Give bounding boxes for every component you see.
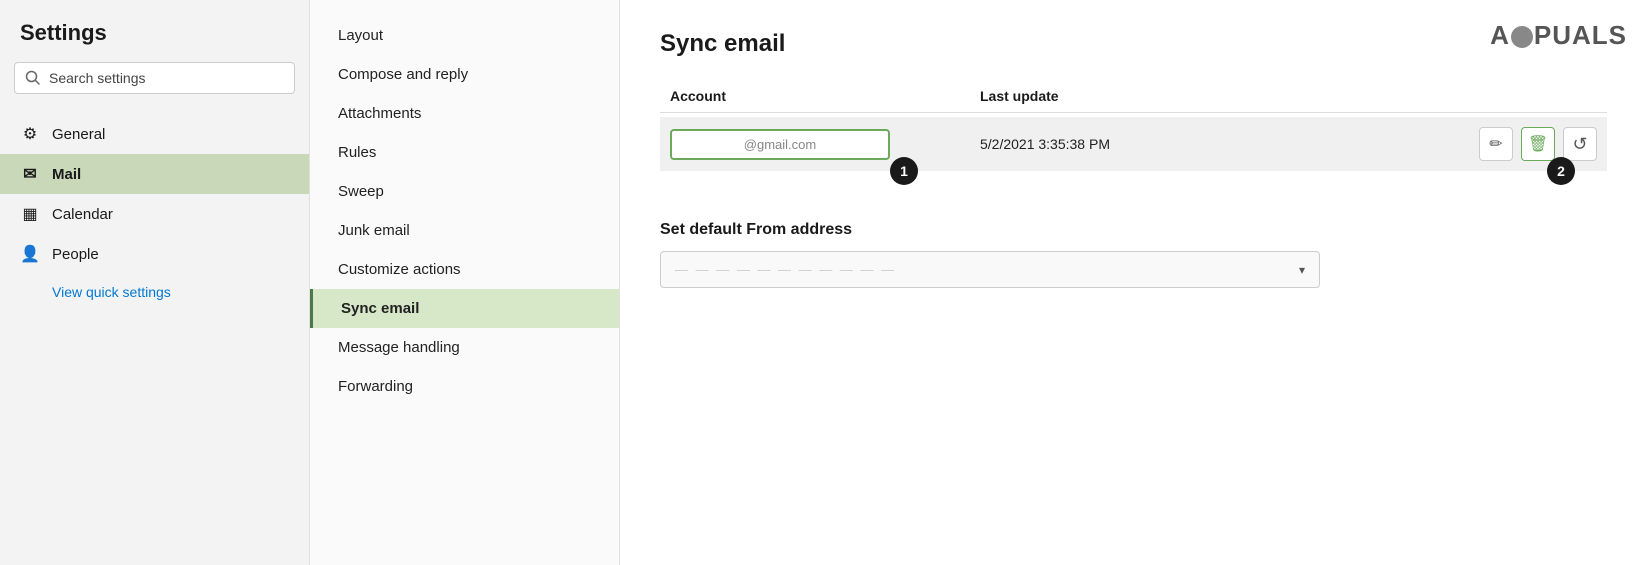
search-box[interactable]: Search settings [14,62,295,94]
sidebar-item-general[interactable]: ⚙ General [0,114,309,154]
sidebar: Settings Search settings ⚙ General ✉ Mai… [0,0,310,565]
badge-number-1: 1 [890,157,918,185]
sidebar-item-calendar[interactable]: ▦ Calendar [0,194,309,234]
refresh-button[interactable]: ↺ [1563,127,1597,161]
people-icon: 👤 [20,244,40,264]
middle-item-message-handling[interactable]: Message handling [310,328,619,367]
refresh-icon: ↺ [1572,134,1587,155]
col-last-update-header: Last update [980,88,1607,104]
middle-item-rules[interactable]: Rules [310,133,619,172]
row-actions: ✏ 🗑 ↺ [1479,127,1597,161]
view-quick-settings[interactable]: View quick settings [32,274,309,310]
edit-icon: ✏ [1489,134,1502,154]
search-icon [25,70,41,86]
delete-button[interactable]: 🗑 [1521,127,1555,161]
sidebar-item-people[interactable]: 👤 People [0,234,309,274]
sidebar-item-label-people: People [52,246,99,263]
sidebar-item-mail[interactable]: ✉ Mail [0,154,309,194]
sidebar-item-label-calendar: Calendar [52,206,113,223]
mail-icon: ✉ [20,164,40,184]
main-content: Sync email Account Last update @gmail.co… [620,0,1647,565]
search-input-label: Search settings [49,70,284,86]
badge-number-2: 2 [1547,157,1575,185]
gear-icon: ⚙ [20,124,40,144]
section-label-from-address: Set default From address [660,221,1607,239]
chevron-down-icon: ▾ [1299,263,1305,277]
col-account-header: Account [660,88,980,104]
sidebar-item-label-general: General [52,126,105,143]
calendar-icon: ▦ [20,204,40,224]
middle-item-compose-reply[interactable]: Compose and reply [310,55,619,94]
account-badge: @gmail.com [670,129,890,160]
middle-panel: Layout Compose and reply Attachments Rul… [310,0,620,565]
middle-item-sweep[interactable]: Sweep [310,172,619,211]
from-address-value: — — — — — — — — — — — [675,262,896,277]
middle-item-forwarding[interactable]: Forwarding [310,367,619,406]
sidebar-title: Settings [0,20,309,62]
middle-item-attachments[interactable]: Attachments [310,94,619,133]
page-title: Sync email [660,30,1607,58]
sidebar-item-label-mail: Mail [52,166,81,183]
middle-item-layout[interactable]: Layout [310,16,619,55]
table-headers: Account Last update [660,88,1607,113]
table-row: @gmail.com 5/2/2021 3:35:38 PM ✏ 🗑 ↺ 1 2 [660,117,1607,171]
from-address-dropdown[interactable]: — — — — — — — — — — — ▾ [660,251,1320,288]
middle-item-junk-email[interactable]: Junk email [310,211,619,250]
middle-item-sync-email[interactable]: Sync email [310,289,619,328]
appuals-logo: APUALS [1490,20,1627,51]
account-cell: @gmail.com [660,129,980,160]
last-update-cell: 5/2/2021 3:35:38 PM [980,136,1479,152]
edit-button[interactable]: ✏ [1479,127,1513,161]
delete-icon: 🗑 [1528,134,1548,154]
middle-item-customize-actions[interactable]: Customize actions [310,250,619,289]
